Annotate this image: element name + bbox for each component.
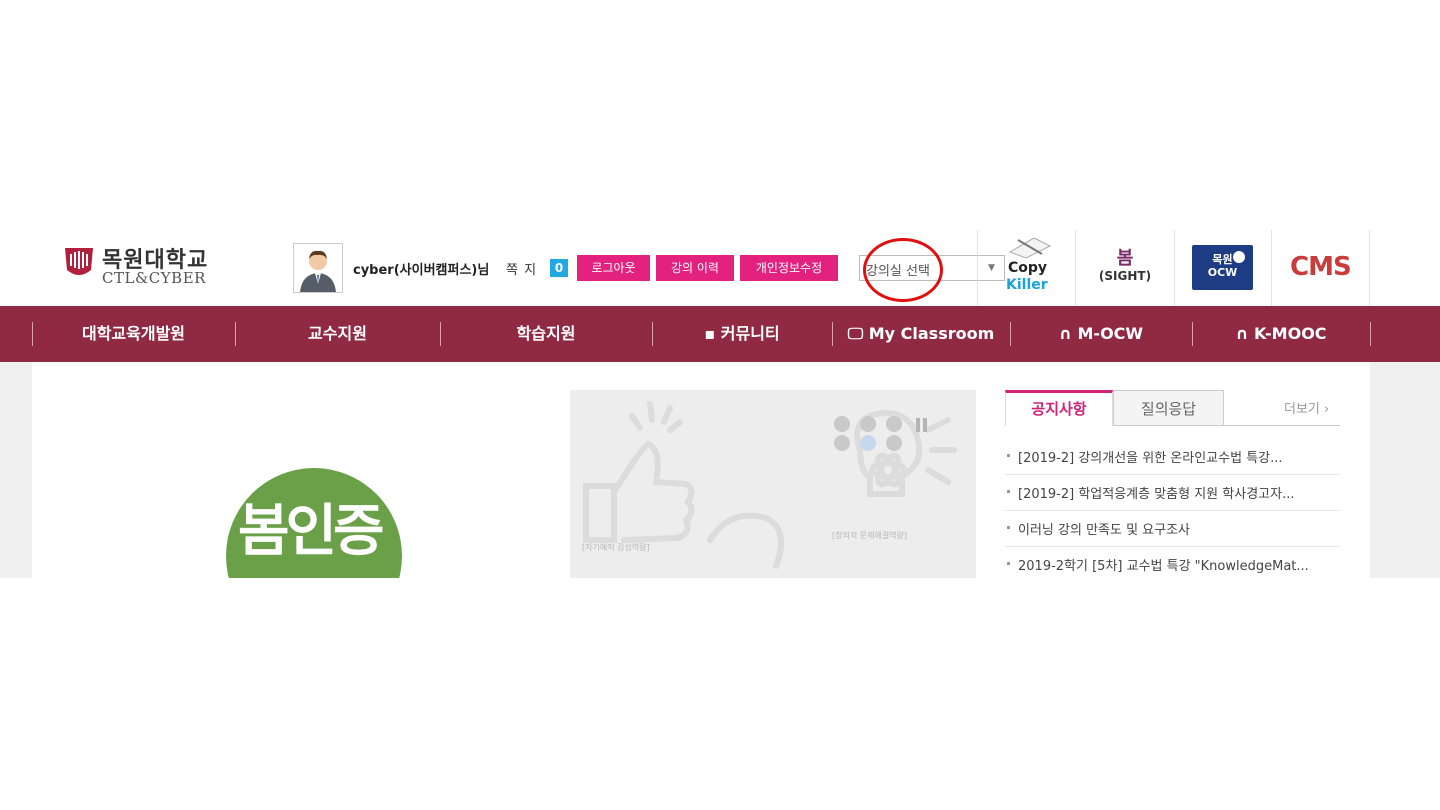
slide-dot-1[interactable] — [834, 416, 850, 432]
notice-item[interactable]: 2019-2학기 [5차] 교수법 특강 "KnowledgeMat... — [1005, 546, 1340, 578]
notice-item[interactable]: [2019-2] 학업적응계층 맞춤형 지원 학사경고자... — [1005, 474, 1340, 511]
slide-dot-4[interactable] — [834, 435, 850, 451]
notice-item[interactable]: 이러닝 강의 만족도 및 요구조사 — [1005, 510, 1340, 547]
page-margin-right — [1370, 362, 1440, 578]
message-count-badge[interactable]: 0 — [550, 259, 568, 277]
tab-underline — [1224, 425, 1340, 426]
logo-subtitle: CTL&CYBER — [102, 269, 206, 287]
headphones-icon: ∩ — [1235, 324, 1249, 343]
slide-dot-2[interactable] — [860, 416, 876, 432]
course-history-button[interactable]: 강의 이력 — [656, 255, 734, 281]
copykiller-label-2: Killer — [1006, 277, 1048, 293]
main-nav: 대학교육개발원 교수지원 학습지원 ▪ 커뮤니티 🖵 My Classroom … — [0, 306, 1440, 362]
profile-edit-button[interactable]: 개인정보수정 — [740, 255, 838, 281]
copykiller-label-1: Copy — [1008, 260, 1048, 276]
tab-notices[interactable]: 공지사항 — [1005, 390, 1113, 426]
tab-qna[interactable]: 질의응답 — [1113, 390, 1224, 426]
sight-label: (SIGHT) — [1098, 269, 1152, 283]
page-margin-left — [0, 362, 32, 578]
divider — [1369, 230, 1370, 306]
nav-item-faculty-support[interactable]: 교수지원 — [235, 306, 440, 362]
more-label: 더보기 — [1284, 402, 1320, 417]
bullet-icon — [1007, 454, 1010, 457]
banner-caption-left: [자기애적 감성역량] — [582, 543, 650, 552]
monitor-icon: 🖵 — [847, 324, 864, 343]
pause-icon[interactable] — [916, 418, 928, 432]
username-label: cyber(사이버캠퍼스)님 — [353, 263, 490, 278]
nav-item-community-label: 커뮤니티 — [720, 324, 780, 343]
bullet-icon — [1007, 526, 1010, 529]
copykiller-link[interactable]: Copy Killer — [1000, 234, 1056, 294]
play-icon — [1233, 251, 1245, 263]
nav-item-k-mooc[interactable]: ∩ K-MOOC — [1192, 306, 1370, 362]
annotation-circle — [863, 238, 943, 302]
divider — [1075, 230, 1076, 306]
logout-button[interactable]: 로그아웃 — [577, 255, 650, 281]
slide-dot-5-active[interactable] — [860, 435, 876, 451]
nav-item-community[interactable]: ▪ 커뮤니티 — [652, 306, 832, 362]
nav-item-k-mooc-label: K-MOOC — [1254, 324, 1327, 343]
nav-item-m-ocw-label: M-OCW — [1077, 324, 1144, 343]
pen-paper-icon — [1008, 237, 1052, 259]
user-avatar-icon — [300, 250, 336, 292]
chevron-down-icon: ▼ — [988, 263, 995, 273]
user-avatar — [293, 243, 343, 293]
notice-title: [2019-2] 강의개선을 위한 온라인교수법 특강... — [1018, 451, 1283, 466]
slide-dot-3[interactable] — [886, 416, 902, 432]
more-link[interactable]: 더보기 › — [1284, 398, 1329, 417]
bom-badge-text: 봄인증 — [238, 499, 385, 564]
slide-dot-6[interactable] — [886, 435, 902, 451]
bom-sight-link[interactable]: 봄 (SIGHT) — [1092, 244, 1158, 292]
banner-caption-right: [창의적 문제해결역량] — [832, 531, 908, 540]
divider — [1174, 230, 1175, 306]
bom-certification-badge[interactable]: 봄인증 — [226, 468, 402, 578]
notice-title: [2019-2] 학업적응계층 맞춤형 지원 학사경고자... — [1018, 487, 1295, 502]
nav-divider — [1370, 322, 1371, 346]
bullet-icon — [1007, 490, 1010, 493]
ocw-label-2: OCW — [1207, 266, 1238, 279]
notice-title: 이러닝 강의 만족도 및 요구조사 — [1018, 523, 1191, 538]
bullet-icon — [1007, 562, 1010, 565]
notice-item[interactable]: [2019-2] 강의개선을 위한 온라인교수법 특강... — [1005, 438, 1340, 475]
main-content: 봄인증 [자기애적 감성역량] [창의적 문제해결역량] 공지사항 질의응답 더… — [32, 362, 1370, 578]
cms-logo-link[interactable]: CMS — [1290, 252, 1352, 282]
chat-bubble-icon: ▪ — [704, 324, 716, 343]
sight-logo-text: 봄 — [1116, 248, 1134, 269]
nav-item-education-dev[interactable]: 대학교육개발원 — [32, 306, 235, 362]
university-emblem-icon — [65, 248, 93, 275]
competency-banner-slider[interactable]: [자기애적 감성역량] [창의적 문제해결역량] — [570, 390, 976, 578]
mokwon-ocw-link[interactable]: 목원 OCW — [1192, 245, 1253, 290]
divider — [977, 230, 978, 306]
message-label[interactable]: 쪽 지 — [506, 259, 537, 278]
notice-title: 2019-2학기 [5차] 교수법 특강 "KnowledgeMat... — [1018, 559, 1309, 574]
chevron-right-icon: › — [1324, 402, 1330, 417]
divider — [1271, 230, 1272, 306]
headphones-icon: ∩ — [1058, 324, 1072, 343]
nav-item-learning-support[interactable]: 학습지원 — [440, 306, 652, 362]
nav-item-m-ocw[interactable]: ∩ M-OCW — [1010, 306, 1192, 362]
nav-item-my-classroom-label: My Classroom — [868, 324, 995, 343]
nav-item-my-classroom[interactable]: 🖵 My Classroom — [832, 306, 1010, 362]
site-logo[interactable]: 목원대학교 CTL&CYBER — [62, 242, 222, 292]
